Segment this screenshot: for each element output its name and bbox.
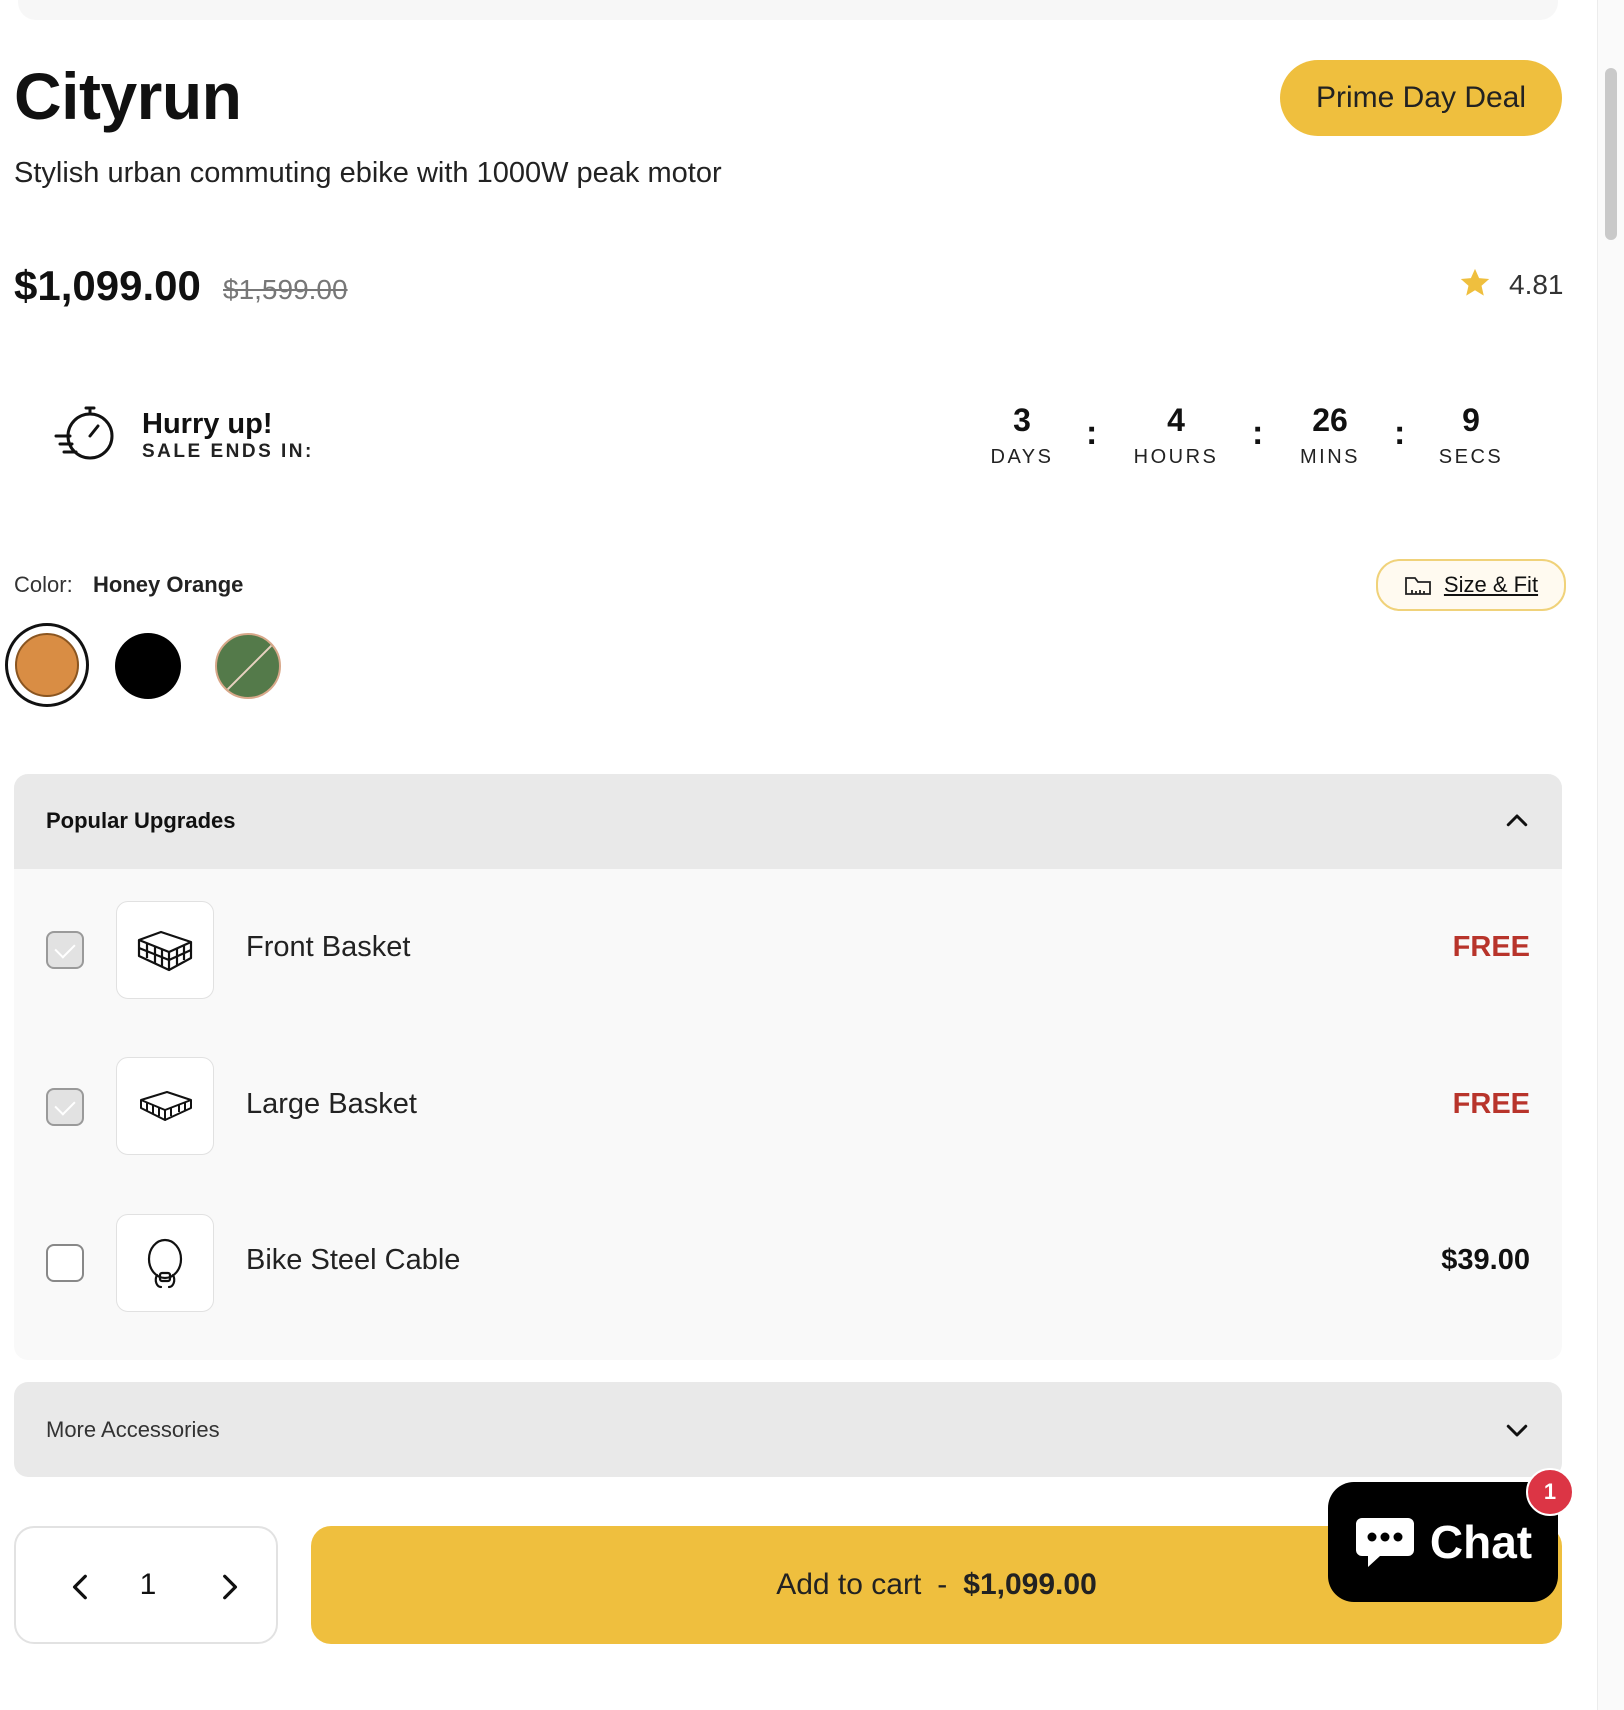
cable-lock-icon <box>147 1238 183 1289</box>
add-to-cart-separator: - <box>937 1568 948 1601</box>
rating-value: 4.81 <box>1509 269 1564 300</box>
size-fit-label: Size & Fit <box>1443 572 1539 597</box>
countdown-secs-value: 9 <box>1462 402 1480 438</box>
upgrade-thumbnail <box>116 901 214 999</box>
add-to-cart-label: Add to cart <box>776 1568 922 1601</box>
color-label: Color: <box>14 572 73 597</box>
countdown-hours-value: 4 <box>1167 402 1185 438</box>
countdown-days-value: 3 <box>1013 402 1031 438</box>
upgrade-name: Large Basket <box>246 1088 417 1120</box>
upgrade-price: FREE <box>1452 1088 1530 1120</box>
chevron-up-icon[interactable] <box>1502 806 1532 836</box>
stopwatch-icon <box>54 406 114 460</box>
countdown-mins-value: 26 <box>1312 402 1348 438</box>
star-icon <box>1460 268 1490 296</box>
upgrade-checkbox-large-basket[interactable] <box>46 1088 84 1126</box>
top-card-edge <box>18 0 1558 20</box>
prime-day-badge: Prime Day Deal <box>1280 60 1562 136</box>
basket-icon <box>137 930 193 972</box>
large-basket-icon <box>140 1091 192 1121</box>
product-title: Cityrun <box>14 59 242 133</box>
chat-notification-badge: 1 <box>1526 1468 1574 1516</box>
chat-bubble-icon <box>1355 1518 1414 1567</box>
upgrade-name: Front Basket <box>246 931 411 963</box>
ruler-icon <box>1405 577 1431 595</box>
upgrade-checkbox-front-basket[interactable] <box>46 931 84 969</box>
countdown-separator: : <box>1086 414 1098 452</box>
product-subtitle: Stylish urban commuting ebike with 1000W… <box>14 157 722 189</box>
chat-label: Chat <box>1429 1516 1533 1568</box>
color-swatch-black[interactable] <box>115 633 181 699</box>
chevron-down-icon[interactable] <box>1502 1415 1532 1445</box>
upgrade-price: FREE <box>1452 931 1530 963</box>
countdown-subheading: SALE ENDS IN: <box>142 441 314 462</box>
increase-quantity-icon[interactable] <box>216 1572 242 1602</box>
countdown-mins-label: MINS <box>1300 446 1360 468</box>
countdown-heading: Hurry up! <box>142 408 273 440</box>
upgrade-name: Bike Steel Cable <box>246 1244 461 1276</box>
color-swatch-green-unavailable[interactable] <box>215 633 281 699</box>
color-swatch-honey-orange[interactable] <box>15 633 79 697</box>
upgrade-thumbnail <box>116 1214 214 1312</box>
quantity-stepper: 1 <box>14 1526 278 1644</box>
add-to-cart-amount: $1,099.00 <box>963 1568 1097 1601</box>
countdown-days-label: DAYS <box>990 446 1054 468</box>
more-accessories-title: More Accessories <box>46 1417 220 1442</box>
popular-upgrades-header[interactable]: Popular Upgrades <box>14 774 1562 869</box>
selected-color-name: Honey Orange <box>93 572 244 597</box>
upgrade-checkbox-steel-cable[interactable] <box>46 1244 84 1282</box>
upgrade-price: $39.00 <box>1441 1244 1530 1276</box>
sale-price: $1,099.00 <box>14 262 201 309</box>
quantity-value[interactable]: 1 <box>126 1568 170 1602</box>
decrease-quantity-icon[interactable] <box>68 1572 94 1602</box>
upgrade-thumbnail <box>116 1057 214 1155</box>
countdown-hours-label: HOURS <box>1133 446 1219 468</box>
popular-upgrades-panel: Popular Upgrades Front Basket FREE Large… <box>14 774 1562 1360</box>
popular-upgrades-title: Popular Upgrades <box>46 808 236 833</box>
scrollbar-thumb[interactable] <box>1605 68 1617 240</box>
chat-button[interactable]: Chat <box>1328 1482 1558 1602</box>
countdown-secs-label: SECS <box>1438 446 1504 468</box>
more-accessories-header[interactable]: More Accessories <box>14 1382 1562 1477</box>
size-fit-button[interactable]: Size & Fit <box>1376 559 1566 611</box>
scrollbar-track[interactable] <box>1597 0 1624 1710</box>
compare-price: $1,599.00 <box>223 274 348 305</box>
